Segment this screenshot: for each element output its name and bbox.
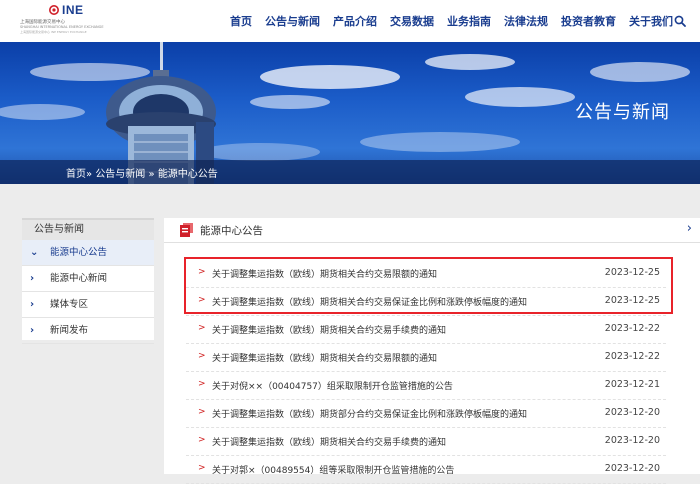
sidebar-item-ine-news[interactable]: › 能源中心新闻	[22, 266, 154, 292]
ine-logo[interactable]: INE 上海国际能源交易中心 SHANGHAI INTERNATIONAL EN…	[6, 3, 116, 38]
breadcrumb-separator: »	[148, 169, 155, 180]
section-header: 能源中心公告 ›	[164, 218, 700, 243]
list-item-date: 2023-12-21	[604, 379, 660, 390]
sidebar-item-media[interactable]: › 媒体专区	[22, 292, 154, 318]
nav-products[interactable]: 产品介绍	[333, 13, 377, 29]
bullet-icon: >	[198, 463, 206, 473]
logo-subtitle-small: 上海国际能源交易中心 INE ENERGY EXCHANGE	[20, 30, 87, 34]
list-item-title[interactable]: 关于调整集运指数（欧线）期货相关合约交易手续费的通知	[212, 323, 446, 336]
banner-title: 公告与新闻	[575, 102, 670, 123]
section-title: 能源中心公告	[200, 225, 263, 237]
sidebar-item-label: 能源中心公告	[50, 247, 108, 258]
breadcrumb: 首页» 公告与新闻 » 能源中心公告	[66, 165, 218, 180]
breadcrumb-current[interactable]: 能源中心公告	[158, 169, 218, 180]
list-item-date: 2023-12-22	[604, 351, 660, 362]
list-item[interactable]: > 关于调整集运指数（欧线）期货相关合约交易手续费的通知 2023-12-22	[186, 316, 666, 344]
chevron-right-icon: ›	[30, 299, 35, 310]
nav-about-us[interactable]: 关于我们	[629, 13, 673, 29]
site-header: INE 上海国际能源交易中心 SHANGHAI INTERNATIONAL EN…	[0, 0, 700, 42]
sidebar-item-ine-announcements[interactable]: ⌄ 能源中心公告	[22, 240, 154, 266]
nav-business-guide[interactable]: 业务指南	[447, 13, 491, 29]
logo-text: INE	[62, 3, 84, 17]
bullet-icon: >	[198, 379, 206, 389]
list-item-title[interactable]: 关于对郭×（00489554）组等采取限制开仓监管措施的公告	[212, 463, 454, 476]
nav-laws[interactable]: 法律法规	[504, 13, 548, 29]
bullet-icon: >	[198, 407, 206, 417]
list-item-date: 2023-12-20	[604, 435, 660, 446]
bullet-icon: >	[198, 351, 206, 361]
nav-trading-data[interactable]: 交易数据	[390, 13, 434, 29]
breadcrumb-home[interactable]: 首页»	[66, 169, 92, 180]
list-item-date: 2023-12-22	[604, 323, 660, 334]
list-item-title[interactable]: 关于调整集运指数（欧线）期货相关合约交易手续费的通知	[212, 435, 446, 448]
sidebar-item-label: 媒体专区	[50, 299, 89, 310]
list-item-date: 2023-12-20	[604, 407, 660, 418]
list-item-title[interactable]: 关于对倪××（00404757）组采取限制开仓监管措施的公告	[212, 379, 453, 392]
nav-investor-education[interactable]: 投资者教育	[561, 13, 616, 29]
sidebar-item-label: 新闻发布	[50, 325, 89, 336]
list-item[interactable]: > 关于对倪××（00404757）组采取限制开仓监管措施的公告 2023-12…	[186, 372, 666, 400]
chevron-right-icon: ›	[30, 325, 35, 336]
list-item[interactable]: > 关于调整集运指数（欧线）期货相关合约交易限额的通知 2023-12-22	[186, 344, 666, 372]
list-item[interactable]: > 关于调整集运指数（欧线）期货相关合约交易手续费的通知 2023-12-20	[186, 428, 666, 456]
list-item-date: 2023-12-20	[604, 463, 660, 474]
bullet-icon: >	[198, 323, 206, 333]
chevron-right-icon[interactable]: ›	[687, 221, 692, 236]
sidebar-item-label: 能源中心新闻	[50, 273, 108, 284]
chevron-down-icon: ⌄	[30, 247, 39, 258]
ine-logo-mark-icon	[49, 5, 59, 15]
highlight-box	[184, 257, 673, 314]
breadcrumb-bar: 首页» 公告与新闻 » 能源中心公告	[0, 160, 700, 184]
list-item-title[interactable]: 关于调整集运指数（欧线）期货部分合约交易保证金比例和涨跌停板幅度的通知	[212, 407, 527, 420]
sidebar-title: 公告与新闻	[22, 218, 154, 240]
list-item[interactable]: > 关于对郭×（00489554）组等采取限制开仓监管措施的公告 2023-12…	[186, 456, 666, 484]
list-item[interactable]: > 关于调整集运指数（欧线）期货部分合约交易保证金比例和涨跌停板幅度的通知 20…	[186, 400, 666, 428]
bullet-icon: >	[198, 435, 206, 445]
sidebar-item-press-release[interactable]: › 新闻发布	[22, 318, 154, 344]
logo-subtitle-en: SHANGHAI INTERNATIONAL ENERGY EXCHANGE	[20, 25, 104, 29]
chevron-right-icon: ›	[30, 273, 35, 284]
sidebar: 公告与新闻 ⌄ 能源中心公告 › 能源中心新闻 › 媒体专区 › 新闻发布	[22, 218, 154, 344]
nav-announcements-news[interactable]: 公告与新闻	[265, 13, 320, 29]
main-nav: 首页 公告与新闻 产品介绍 交易数据 业务指南 法律法规 投资者教育 关于我们	[230, 0, 673, 42]
list-item-title[interactable]: 关于调整集运指数（欧线）期货相关合约交易限额的通知	[212, 351, 437, 364]
nav-home[interactable]: 首页	[230, 13, 252, 29]
announcement-icon	[180, 223, 193, 237]
breadcrumb-section[interactable]: 公告与新闻	[95, 169, 145, 180]
search-icon[interactable]	[674, 15, 686, 27]
